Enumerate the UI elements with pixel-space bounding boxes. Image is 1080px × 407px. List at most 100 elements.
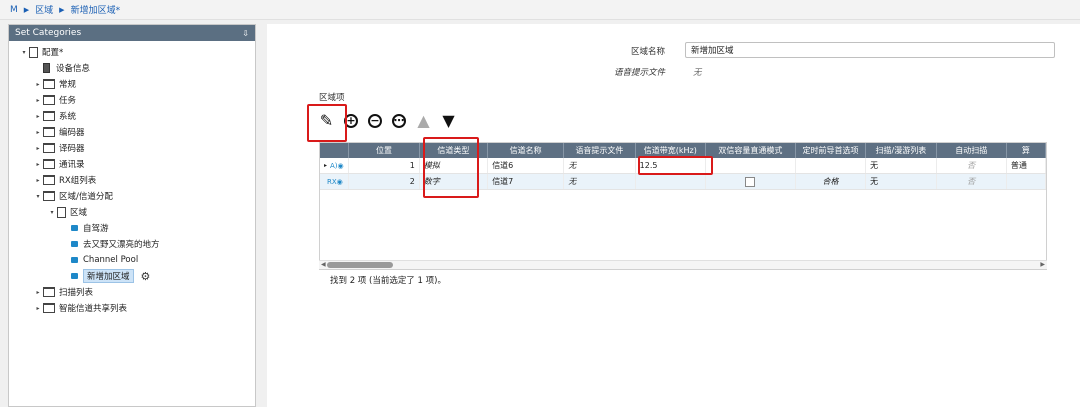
gear-icon[interactable]: ⚙	[141, 270, 151, 283]
breadcrumb-separator-icon: ▶	[23, 5, 30, 14]
collapse-arrow-icon[interactable]: ▾	[33, 193, 43, 200]
checkbox[interactable]	[745, 176, 756, 187]
zone-name-label: 区域名称	[631, 47, 666, 57]
column-header[interactable]: 位置	[349, 143, 420, 158]
collapse-arrow-icon[interactable]: ▾	[47, 209, 57, 216]
tree-node[interactable]: ▾ 配置*	[19, 45, 63, 59]
tree-node-label: 扫描列表	[59, 288, 94, 298]
folder-icon	[43, 127, 55, 137]
cell-scan[interactable]: 无	[866, 174, 937, 189]
tree-node[interactable]: ▾ 区域	[47, 205, 87, 219]
remove-circle-icon[interactable]: −	[368, 113, 382, 128]
column-header[interactable]: 信道名称	[488, 143, 565, 158]
column-header[interactable]: 算	[1007, 143, 1046, 158]
pin-icon[interactable]: ⇩	[242, 29, 249, 38]
zone-icon	[71, 257, 78, 263]
scroll-left-icon[interactable]: ◀	[321, 261, 326, 268]
breadcrumb-zone[interactable]: 区域	[35, 3, 53, 16]
column-header[interactable]: 扫描/漫游列表	[866, 143, 937, 158]
tree-node[interactable]: 设备信息	[33, 61, 90, 75]
tree-node[interactable]: ▸ 任务	[33, 93, 76, 107]
cell-icon: RX◉	[327, 177, 343, 186]
scroll-thumb[interactable]	[327, 262, 393, 268]
column-header[interactable]	[320, 143, 350, 158]
expand-arrow-icon[interactable]: ▸	[33, 305, 43, 312]
breadcrumb-root[interactable]: M	[10, 5, 18, 15]
tree-node-label: 自驾游	[83, 224, 109, 234]
cell-dual[interactable]	[706, 158, 796, 173]
tree-node[interactable]: ▸ 译码器	[33, 141, 85, 155]
cell-preamble[interactable]	[796, 158, 867, 173]
expand-arrow-icon[interactable]: ▸	[33, 81, 43, 88]
channel-type-icon[interactable]: RX◉	[320, 174, 350, 189]
highlight-box	[638, 156, 713, 175]
folder-icon	[43, 111, 55, 121]
tree-node[interactable]: ▸ 扫描列表	[33, 285, 93, 299]
column-header[interactable]: 自动扫描	[937, 143, 1007, 158]
breadcrumb-separator-icon: ▶	[59, 5, 65, 14]
column-header[interactable]: 语音提示文件	[564, 143, 636, 158]
tree-node[interactable]: ▾ 区域/信道分配	[33, 189, 113, 203]
cell-extra[interactable]: 普通	[1007, 158, 1046, 173]
panel-title: Set Categories	[15, 28, 82, 38]
breadcrumb-current[interactable]: 新增加区域*	[71, 3, 121, 16]
scroll-right-icon[interactable]: ▶	[1040, 261, 1045, 268]
expand-arrow-icon[interactable]: ▸	[33, 145, 43, 152]
folder-icon	[43, 95, 55, 105]
expand-arrow-icon[interactable]: ▸	[33, 129, 43, 136]
cell-extra[interactable]	[1007, 174, 1046, 189]
move-down-icon[interactable]: ▼	[436, 108, 461, 133]
dual-capacity-checkbox[interactable]	[706, 174, 796, 189]
cell-auto[interactable]: 否	[937, 174, 1007, 189]
tree-node[interactable]: ▸ 系统	[33, 109, 76, 123]
expand-arrow-icon[interactable]: ▸	[33, 113, 43, 120]
cell-preamble[interactable]: 合格	[796, 174, 867, 189]
tree-node[interactable]: ▸ RX组列表	[33, 173, 96, 187]
tree-node-label: 系统	[59, 112, 77, 122]
folder-icon	[43, 79, 55, 89]
page-icon	[29, 46, 38, 58]
more-circle-icon[interactable]: ⋯	[392, 113, 406, 128]
breadcrumb: M ▶ 区域 ▶ 新增加区域*	[0, 0, 1080, 20]
folder-icon	[43, 287, 55, 297]
tree-node-label: 译码器	[59, 144, 85, 154]
cell-scan[interactable]: 无	[866, 158, 937, 173]
column-header[interactable]: 定时前导首选项	[796, 143, 867, 158]
set-categories-panel: Set Categories ⇩ ▾ 配置* 设备信息 ▸ 常规 ▸ 任务 ▸ 系统 ▸ 编码器 ▸ 译…	[8, 24, 256, 407]
tree-node-label: 设备信息	[56, 64, 91, 74]
tree-node[interactable]: ▸ 常规	[33, 77, 76, 91]
row-marker-icon: ▸	[324, 162, 328, 169]
tree-node[interactable]: 去又野又漂亮的地方	[61, 237, 160, 251]
expand-arrow-icon[interactable]: ▸	[33, 161, 43, 168]
cell-voice[interactable]: 无	[564, 174, 636, 189]
voice-prompt-label: 语音提示文件	[614, 68, 666, 78]
expand-arrow-icon[interactable]: ▸	[33, 97, 43, 104]
tree-node[interactable]: Channel Pool	[61, 253, 138, 267]
tree-node[interactable]: ▸ 编码器	[33, 125, 85, 139]
channel-type-icon[interactable]: ▸ A)◉	[320, 158, 350, 173]
column-header[interactable]: 双信容量直通模式	[706, 143, 796, 158]
voice-prompt-value[interactable]: 无	[693, 66, 702, 78]
cell-auto[interactable]: 否	[937, 158, 1007, 173]
tree-node[interactable]: ▸ 智能信道共享列表	[33, 301, 127, 315]
cell-name[interactable]: 信道7	[488, 174, 565, 189]
zone-icon	[71, 225, 78, 231]
expand-arrow-icon[interactable]: ▸	[33, 177, 43, 184]
expand-arrow-icon[interactable]: ▸	[33, 289, 43, 296]
cell-pos[interactable]: 2	[349, 174, 420, 189]
folder-icon	[43, 175, 55, 185]
collapse-arrow-icon[interactable]: ▾	[19, 49, 29, 56]
tree-node[interactable]: 自驾游	[61, 221, 109, 235]
folder-icon	[43, 191, 55, 201]
tree-node-label: 编码器	[59, 128, 85, 138]
tree-node[interactable]: 新增加区域 ⚙	[61, 269, 150, 283]
move-up-icon[interactable]: ▲	[411, 108, 436, 133]
cell-voice[interactable]: 无	[564, 158, 636, 173]
zone-name-input[interactable]: 新增加区域	[685, 42, 1055, 58]
cell-bandwidth[interactable]	[636, 174, 707, 189]
folder-icon	[43, 143, 55, 153]
cell-name[interactable]: 信道6	[488, 158, 565, 173]
horizontal-scrollbar[interactable]: ◀ ▶	[319, 260, 1047, 269]
cell-pos[interactable]: 1	[349, 158, 420, 173]
tree-node[interactable]: ▸ 通讯录	[33, 157, 85, 171]
